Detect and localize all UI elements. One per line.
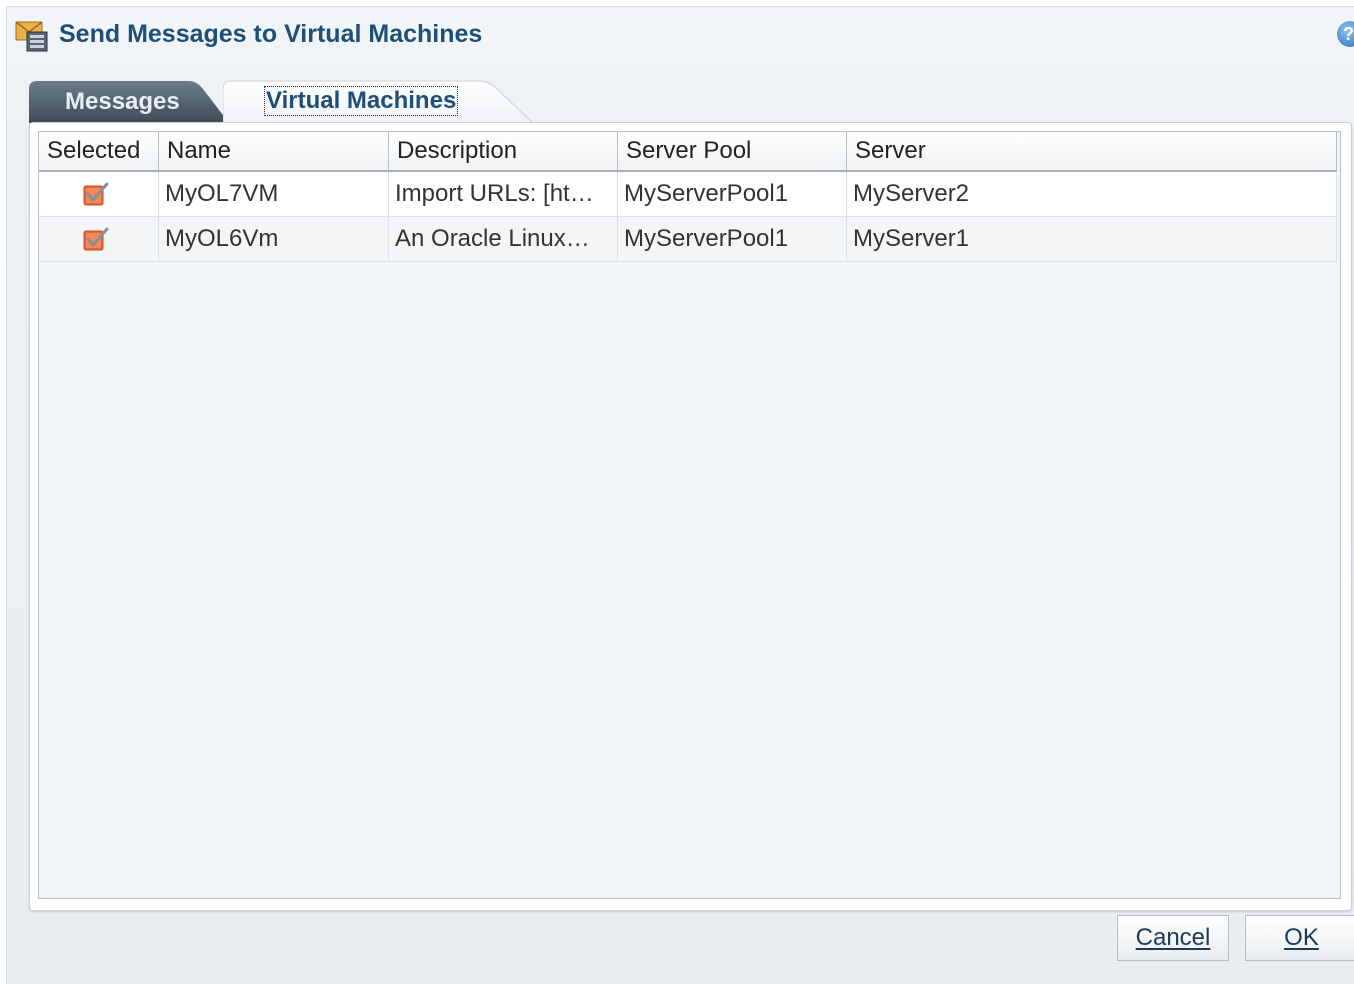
vm-description-cell: Import URLs: [ht…: [389, 172, 618, 216]
dialog-title: Send Messages to Virtual Machines: [59, 20, 483, 48]
tab-virtual-machines[interactable]: Virtual Machines: [223, 79, 553, 125]
question-icon[interactable]: ?: [1337, 21, 1354, 47]
vm-name-cell: MyOL7VM: [159, 172, 389, 216]
tab-virtual-machines-label: Virtual Machines: [263, 86, 459, 116]
selected-cell: [39, 217, 159, 261]
table-row[interactable]: MyOL7VM Import URLs: [ht… MyServerPool1 …: [39, 172, 1337, 217]
column-header-name[interactable]: Name: [159, 132, 389, 170]
message-vm-icon: [15, 21, 48, 52]
table-row[interactable]: MyOL6Vm An Oracle Linux… MyServerPool1 M…: [39, 217, 1337, 262]
checkbox-checked-icon[interactable]: [83, 227, 109, 251]
column-header-server[interactable]: Server: [847, 132, 1337, 170]
column-header-selected[interactable]: Selected: [39, 132, 159, 170]
checkbox-checked-icon[interactable]: [83, 182, 109, 206]
column-header-server-pool[interactable]: Server Pool: [618, 132, 847, 170]
vm-server-cell: MyServer1: [847, 217, 1337, 261]
vm-server-pool-cell: MyServerPool1: [618, 172, 847, 216]
ok-button[interactable]: OK: [1245, 915, 1354, 961]
vm-description-cell: An Oracle Linux…: [389, 217, 618, 261]
vm-server-pool-cell: MyServerPool1: [618, 217, 847, 261]
column-header-description[interactable]: Description: [389, 132, 618, 170]
vm-name-cell: MyOL6Vm: [159, 217, 389, 261]
tab-messages-label: Messages: [65, 88, 180, 115]
vm-table: Selected Name Description Server Pool Se…: [38, 131, 1341, 899]
vm-server-cell: MyServer2: [847, 172, 1337, 216]
tab-content-panel: Selected Name Description Server Pool Se…: [29, 122, 1352, 911]
send-messages-dialog: Send Messages to Virtual Machines ? Mess…: [6, 6, 1354, 984]
cancel-button[interactable]: Cancel: [1117, 915, 1229, 961]
tab-messages[interactable]: Messages: [29, 79, 229, 123]
dialog-title-bar: Send Messages to Virtual Machines ?: [7, 7, 1354, 63]
selected-cell: [39, 172, 159, 216]
table-header: Selected Name Description Server Pool Se…: [39, 132, 1337, 172]
